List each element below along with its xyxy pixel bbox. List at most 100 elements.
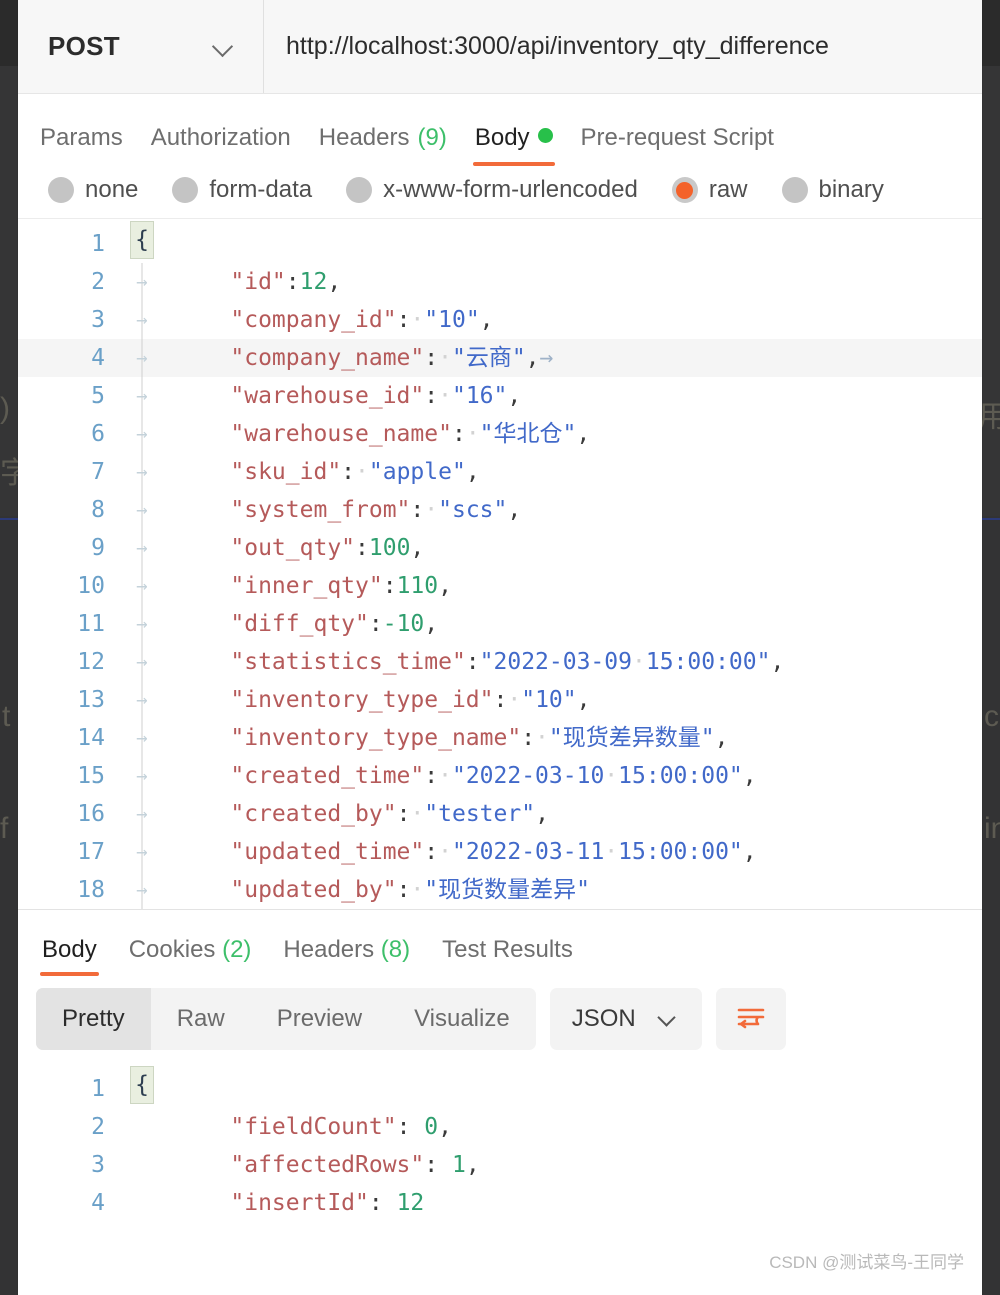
token-p: : bbox=[424, 345, 439, 371]
view-mode-visualize[interactable]: Visualize bbox=[388, 988, 536, 1050]
response-tab-test-results[interactable]: Test Results bbox=[426, 936, 589, 976]
token-n: 1 bbox=[451, 1152, 466, 1178]
radio-icon bbox=[172, 177, 199, 203]
token-p: , bbox=[576, 687, 591, 713]
tab-indent-marker-icon: → bbox=[136, 423, 148, 445]
token-sp: · bbox=[410, 307, 425, 333]
token-k: "created_time" bbox=[175, 763, 425, 789]
response-body-editor[interactable]: 1{2 "fieldCount": 0, 3 "affectedRows": 1,… bbox=[18, 1062, 982, 1222]
token-k: "id" bbox=[175, 269, 286, 295]
response-tab-body[interactable]: Body bbox=[26, 936, 113, 976]
token-sp: · bbox=[438, 383, 452, 409]
token-s: "现货差异数量" bbox=[548, 725, 715, 751]
code-line-text: "inventory_type_id":·"10", bbox=[161, 681, 590, 719]
token-p: , bbox=[525, 345, 540, 371]
request-tab-pre-request-script[interactable]: Pre-request Script bbox=[567, 124, 788, 166]
token-sp: · bbox=[410, 801, 425, 827]
bg-fragment: t bbox=[2, 700, 11, 733]
token-n: -10 bbox=[382, 611, 425, 637]
response-tab-headers[interactable]: Headers (8) bbox=[267, 936, 426, 976]
view-mode-pretty[interactable]: Pretty bbox=[36, 988, 151, 1050]
token-p: , bbox=[438, 1114, 452, 1140]
request-tab-count: (9) bbox=[417, 124, 447, 151]
fold-column: → bbox=[123, 643, 161, 681]
body-type-none[interactable]: none bbox=[48, 176, 138, 204]
token-p: , bbox=[507, 383, 522, 409]
view-mode-raw[interactable]: Raw bbox=[151, 988, 251, 1050]
token-p: : bbox=[424, 1152, 452, 1178]
body-type-binary[interactable]: binary bbox=[781, 176, 884, 204]
token-p: , bbox=[465, 459, 480, 485]
token-k: "updated_time" bbox=[175, 839, 425, 865]
token-k: "inventory_type_id" bbox=[175, 687, 494, 713]
body-type-raw[interactable]: raw bbox=[671, 176, 748, 204]
code-line: 16 → "created_by":·"tester", bbox=[18, 795, 982, 833]
token-s: "2022-03-09 bbox=[479, 649, 632, 675]
token-s: 15:00:00" bbox=[618, 763, 743, 789]
token-n: 0 bbox=[424, 1114, 439, 1140]
tab-indent-marker-icon: → bbox=[136, 727, 148, 749]
token-p: , bbox=[479, 307, 494, 333]
tab-indent-marker-icon: → bbox=[136, 613, 148, 635]
request-tab-authorization[interactable]: Authorization bbox=[137, 124, 305, 166]
code-line: 9 → "out_qty":100, bbox=[18, 529, 982, 567]
code-line: 10 → "inner_qty":110, bbox=[18, 567, 982, 605]
fold-column: → bbox=[123, 567, 161, 605]
body-type-label: none bbox=[85, 176, 139, 203]
response-view-bar: Pretty Raw Preview Visualize JSON bbox=[18, 976, 982, 1062]
line-number: 4 bbox=[91, 345, 105, 371]
token-k: "insertId" bbox=[175, 1190, 369, 1216]
tab-indent-marker-icon: → bbox=[136, 879, 148, 901]
code-line: 2 "fieldCount": 0, bbox=[18, 1108, 982, 1146]
request-tab-params[interactable]: Params bbox=[26, 124, 137, 166]
url-input[interactable]: http://localhost:3000/api/inventory_qty_… bbox=[264, 0, 982, 93]
tab-indent-marker-icon: → bbox=[136, 537, 148, 559]
fold-column: → bbox=[123, 871, 161, 909]
response-format-value: JSON bbox=[571, 1005, 636, 1032]
token-s: "2022-03-11 bbox=[451, 839, 605, 865]
url-bar: POST http://localhost:3000/api/inventory… bbox=[18, 0, 982, 94]
response-format-select[interactable]: JSON bbox=[549, 988, 702, 1050]
response-tab-cookies[interactable]: Cookies (2) bbox=[113, 936, 268, 976]
fold-column: → bbox=[123, 681, 161, 719]
tab-indent-marker-icon: → bbox=[136, 499, 148, 521]
code-line-text: "out_qty":100, bbox=[161, 529, 424, 567]
token-sp: · bbox=[631, 649, 646, 675]
token-sp: · bbox=[438, 345, 452, 371]
bg-fragment: ) bbox=[0, 392, 10, 425]
fold-column: → bbox=[123, 301, 161, 339]
body-type-x-www-form-urlencoded[interactable]: x-www-form-urlencoded bbox=[346, 176, 638, 204]
code-line-text: "insertId": 12 bbox=[161, 1184, 424, 1222]
request-body-editor[interactable]: 1{2 → "id":12, 3 → "company_id":·"10", 4 → "c… bbox=[18, 219, 982, 910]
response-tab-count: (8) bbox=[374, 936, 411, 963]
body-type-label: form-data bbox=[209, 176, 313, 203]
token-p: , bbox=[576, 421, 591, 447]
response-view-mode-group: Pretty Raw Preview Visualize bbox=[36, 988, 536, 1050]
http-method-dropdown[interactable]: POST bbox=[18, 0, 264, 93]
tab-indent-marker-icon: → bbox=[136, 575, 148, 597]
body-type-label: x-www-form-urlencoded bbox=[383, 176, 638, 203]
token-n: 110 bbox=[396, 573, 439, 599]
token-p: : bbox=[355, 535, 369, 561]
body-type-form-data[interactable]: form-data bbox=[172, 176, 312, 204]
request-tab-headers[interactable]: Headers (9) bbox=[305, 124, 461, 166]
line-number: 11 bbox=[77, 611, 105, 637]
line-number: 17 bbox=[77, 839, 105, 865]
tab-indent-marker-icon: → bbox=[136, 765, 148, 787]
request-tab-label: Authorization bbox=[150, 124, 291, 151]
token-s: "tester" bbox=[424, 801, 536, 827]
token-p: , bbox=[465, 1152, 480, 1178]
token-s: "2022-03-10 bbox=[451, 763, 605, 789]
token-p: : bbox=[465, 649, 480, 675]
request-tab-body[interactable]: Body bbox=[461, 124, 567, 166]
word-wrap-button[interactable] bbox=[715, 988, 786, 1050]
request-tab-label: Body bbox=[474, 124, 530, 151]
fold-column: → bbox=[123, 795, 161, 833]
token-k: "created_by" bbox=[175, 801, 397, 827]
token-p: : bbox=[424, 383, 439, 409]
token-p: : bbox=[396, 801, 411, 827]
fold-column: → bbox=[123, 377, 161, 415]
line-number: 10 bbox=[77, 573, 105, 599]
view-mode-preview[interactable]: Preview bbox=[251, 988, 388, 1050]
token-k: "diff_qty" bbox=[175, 611, 369, 637]
